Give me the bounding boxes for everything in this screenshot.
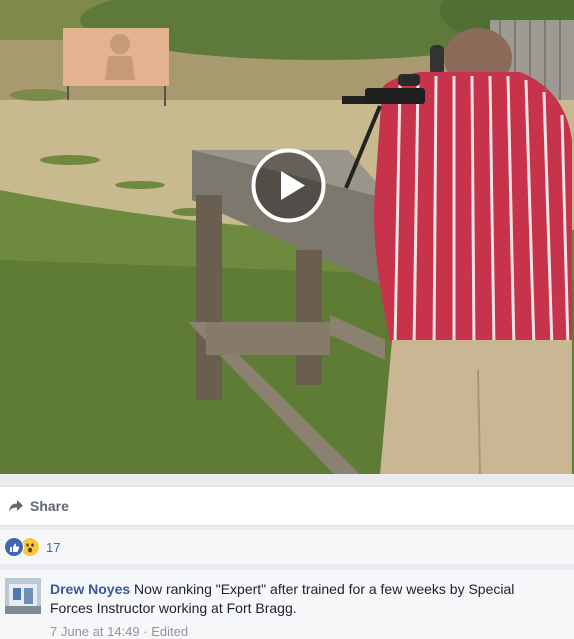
reaction-icons [4, 537, 40, 557]
comment-timestamp[interactable]: 7 June at 14:49 [50, 624, 140, 639]
comment-author-link[interactable]: Drew Noyes [50, 581, 130, 597]
commenter-avatar[interactable] [5, 578, 41, 614]
like-reaction-icon [4, 537, 24, 557]
reaction-count[interactable]: 17 [46, 540, 60, 555]
avatar-image [5, 578, 41, 614]
meta-separator: · [143, 624, 148, 639]
play-button[interactable] [251, 148, 326, 223]
share-label: Share [30, 498, 69, 514]
comment-meta: 7 June at 14:49 · Edited [50, 624, 188, 639]
action-bar: Share [0, 486, 574, 526]
share-button[interactable]: Share [8, 498, 69, 514]
video-frame [0, 0, 574, 474]
comment-body: Drew Noyes Now ranking "Expert" after tr… [50, 580, 550, 618]
video-player[interactable] [0, 0, 574, 474]
share-arrow-icon [9, 500, 23, 512]
reactions-summary[interactable]: 17 [0, 530, 574, 564]
comment: Drew Noyes Now ranking "Expert" after tr… [0, 570, 574, 639]
comment-edited-label[interactable]: Edited [151, 624, 188, 639]
play-icon [251, 148, 326, 223]
